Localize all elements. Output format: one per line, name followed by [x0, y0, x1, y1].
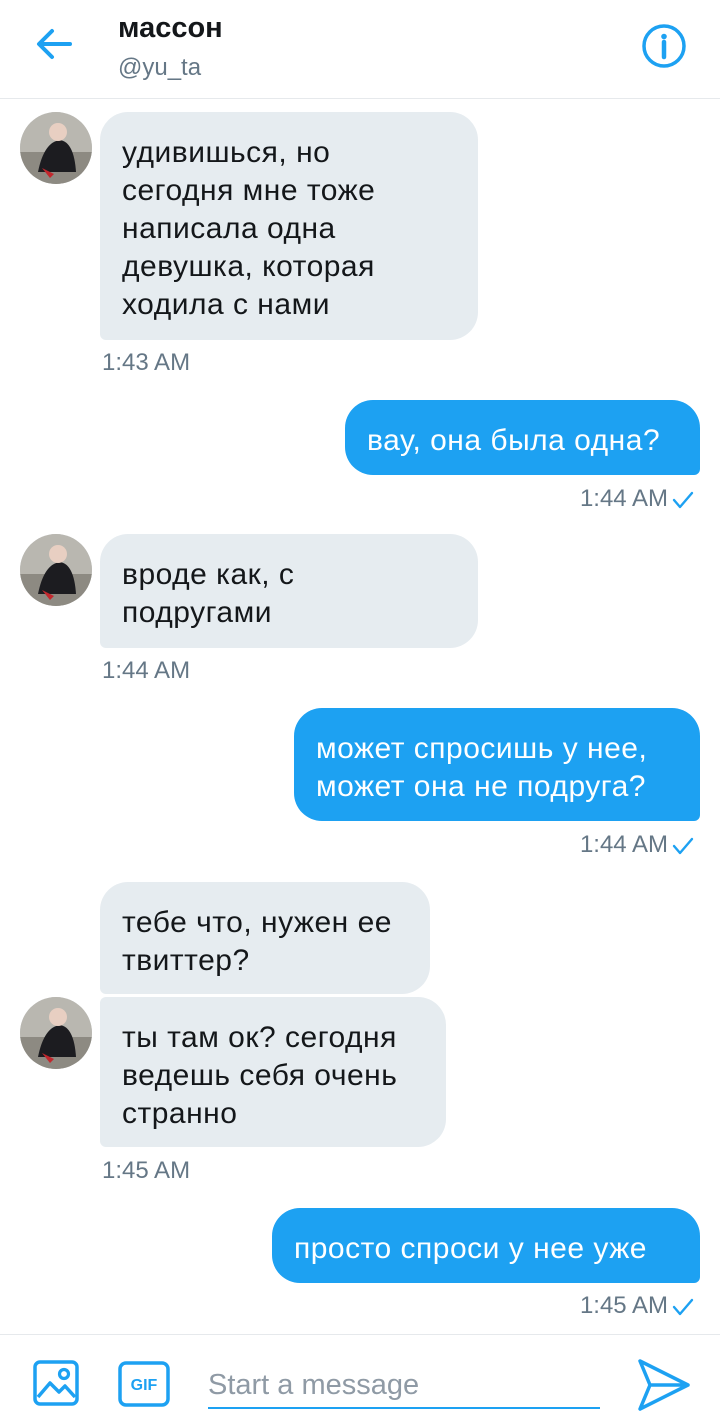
message-composer: GIF	[0, 1334, 720, 1417]
incoming-message[interactable]: вроде как, с подругами	[100, 534, 478, 648]
conversation-header: массон @yu_ta	[0, 0, 720, 99]
outgoing-message[interactable]: вау, она была одна?	[345, 400, 700, 475]
arrow-left-icon	[37, 29, 72, 59]
message-timestamp: 1:45 AM	[579, 1292, 668, 1319]
add-photo-button[interactable]	[32, 1359, 80, 1407]
add-gif-button[interactable]: GIF	[118, 1361, 170, 1407]
send-icon	[638, 1359, 690, 1411]
incoming-message[interactable]: тебе что, нужен ее твиттер?	[100, 882, 430, 994]
info-button[interactable]	[640, 22, 688, 70]
profile-photo-icon	[20, 997, 92, 1069]
check-icon	[672, 837, 694, 854]
avatar[interactable]	[20, 997, 92, 1069]
message-status: 1:44 AM	[580, 831, 694, 859]
profile-photo-icon	[20, 112, 92, 184]
avatar[interactable]	[20, 534, 92, 606]
conversation-handle: @yu_ta	[118, 54, 202, 81]
gif-label: GIF	[131, 1377, 158, 1394]
message-status: 1:44 AM	[580, 485, 694, 513]
gif-icon: GIF	[118, 1361, 170, 1407]
incoming-message[interactable]: ты там ок? сегодня ведешь себя очень стр…	[100, 997, 446, 1147]
check-icon	[672, 1298, 694, 1315]
outgoing-message[interactable]: просто спроси у нее уже	[272, 1208, 700, 1283]
avatar[interactable]	[20, 112, 92, 184]
profile-photo-icon	[20, 534, 92, 606]
incoming-message[interactable]: удивишься, но сегодня мне тоже написала …	[100, 112, 478, 340]
message-timestamp: 1:45 AM	[102, 1157, 191, 1184]
message-timestamp: 1:43 AM	[102, 349, 191, 376]
check-icon	[672, 491, 694, 508]
info-icon	[642, 24, 686, 68]
back-button[interactable]	[30, 24, 78, 64]
message-status: 1:45 AM	[580, 1292, 694, 1320]
message-input[interactable]	[208, 1363, 600, 1409]
image-icon	[33, 1360, 79, 1406]
send-button[interactable]	[636, 1357, 692, 1413]
message-timestamp: 1:44 AM	[102, 657, 191, 684]
message-timestamp: 1:44 AM	[579, 831, 668, 858]
conversation-title[interactable]: массон	[118, 12, 223, 45]
message-timestamp: 1:44 AM	[579, 485, 668, 512]
outgoing-message[interactable]: может спросишь у нее, может она не подру…	[294, 708, 700, 821]
